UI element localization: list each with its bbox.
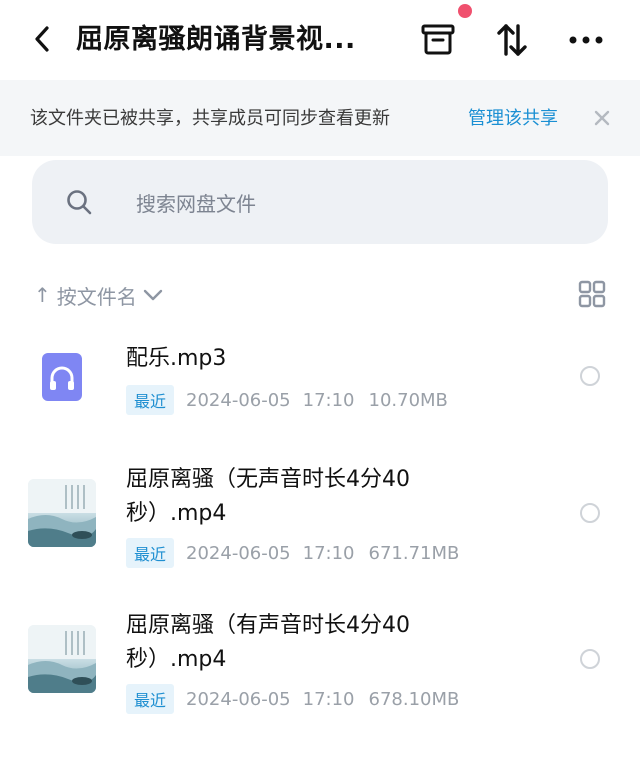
file-time: 17:10 [302, 688, 355, 710]
close-icon [594, 110, 610, 126]
search-icon [67, 190, 92, 215]
file-size: 678.10MB [368, 688, 460, 710]
recent-badge: 最近 [126, 684, 175, 714]
search-input[interactable]: 搜索网盘文件 [32, 160, 608, 244]
file-row[interactable]: 屈原离骚（有声音时长4分40 秒）.mp4 最近 2024-06-05 17:1… [0, 606, 640, 716]
file-size: 10.70MB [368, 389, 448, 411]
recent-badge: 最近 [126, 385, 175, 415]
back-button[interactable] [26, 22, 58, 56]
archive-box-icon [421, 24, 455, 55]
file-size: 671.71MB [368, 542, 460, 564]
landscape-image-icon [28, 479, 96, 547]
banner-message: 该文件夹已被共享，共享成员可同步查看更新 [30, 108, 390, 129]
select-radio[interactable] [580, 503, 600, 523]
search-placeholder: 搜索网盘文件 [136, 192, 256, 216]
video-file-thumbnail [28, 479, 96, 547]
file-meta: 最近 2024-06-05 17:10 678.10MB [126, 684, 459, 714]
file-meta: 最近 2024-06-05 17:10 671.71MB [126, 538, 459, 568]
file-date: 2024-06-05 [186, 542, 291, 564]
sort-by-name-button[interactable]: ↑ 按文件名 [34, 280, 163, 310]
more-button[interactable] [564, 18, 608, 62]
grid-view-button[interactable] [578, 280, 606, 308]
file-name-line-1: 屈原离骚（无声音时长4分40 [126, 467, 410, 492]
audio-file-thumbnail [42, 353, 82, 401]
file-date: 2024-06-05 [186, 688, 291, 710]
sort-direction-icon: ↑ [34, 283, 51, 307]
sort-transfer-icon [497, 24, 527, 56]
grid-view-icon [578, 280, 606, 308]
video-file-thumbnail [28, 625, 96, 693]
select-radio[interactable] [580, 366, 600, 386]
file-name: 配乐.mp3 [126, 346, 227, 371]
file-name-line-1: 屈原离骚（有声音时长4分40 [126, 613, 410, 638]
file-meta: 最近 2024-06-05 17:10 10.70MB [126, 385, 448, 415]
manage-share-link[interactable]: 管理该共享 [468, 104, 558, 130]
transfer-button[interactable] [490, 18, 534, 62]
back-arrow-icon [35, 26, 49, 52]
chevron-down-icon [143, 289, 162, 301]
top-bar: 屈原离骚朗诵背景视... [0, 0, 640, 80]
select-radio[interactable] [580, 649, 600, 669]
file-time: 17:10 [302, 542, 355, 564]
file-name-line-2: 秒）.mp4 [126, 501, 227, 526]
archive-button[interactable] [416, 18, 460, 62]
file-time: 17:10 [302, 389, 355, 411]
landscape-image-icon [28, 625, 96, 693]
sort-label: 按文件名 [56, 284, 137, 309]
file-name-line-2: 秒）.mp4 [126, 647, 227, 672]
banner-close-button[interactable] [588, 104, 616, 132]
page-title: 屈原离骚朗诵背景视... [76, 24, 356, 55]
file-row[interactable]: 配乐.mp3 最近 2024-06-05 17:10 10.70MB [0, 330, 640, 430]
shared-folder-banner: 该文件夹已被共享，共享成员可同步查看更新 管理该共享 [0, 80, 640, 156]
more-dots-icon [569, 36, 603, 44]
file-row[interactable]: 屈原离骚（无声音时长4分40 秒）.mp4 最近 2024-06-05 17:1… [0, 460, 640, 570]
headphones-icon [50, 366, 74, 390]
notification-dot [458, 4, 472, 18]
file-date: 2024-06-05 [186, 389, 291, 411]
recent-badge: 最近 [126, 538, 175, 568]
